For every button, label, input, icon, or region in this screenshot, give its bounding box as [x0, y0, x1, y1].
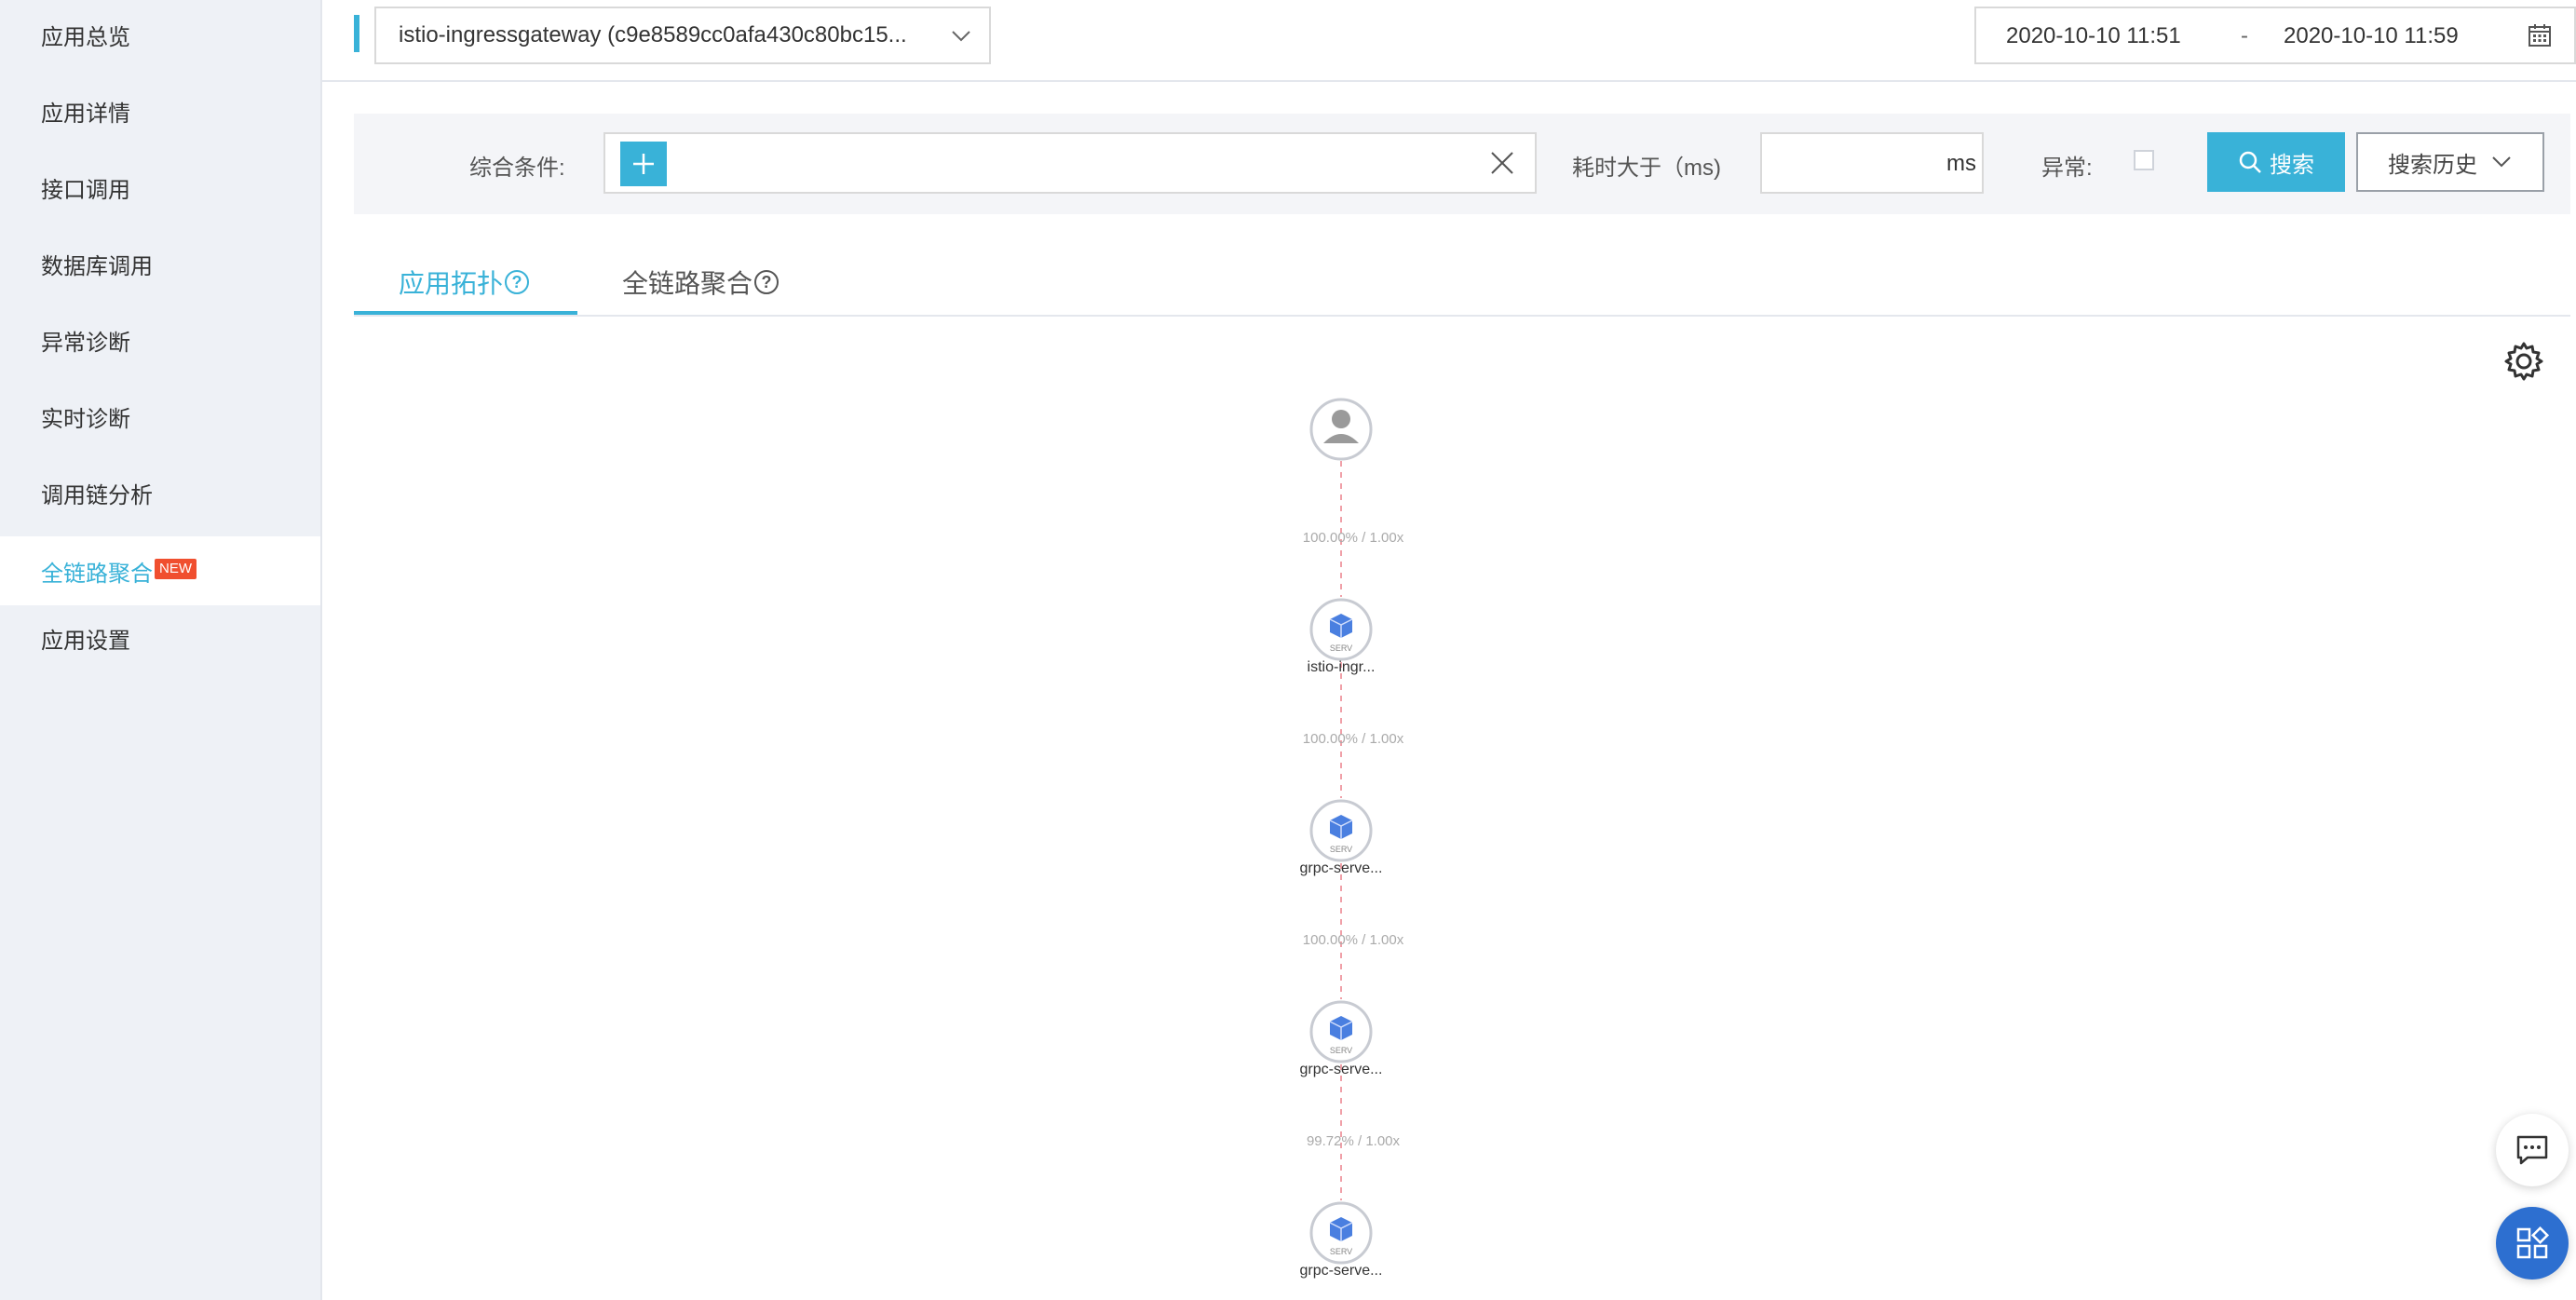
exception-label: 异常:	[2041, 156, 2093, 181]
chevron-down-icon	[2492, 156, 2511, 168]
search-button[interactable]: 搜索	[2207, 132, 2345, 192]
sidebar-item-app-details[interactable]: 应用详情	[0, 76, 320, 145]
app-select-value: istio-ingressgateway (c9e8589cc0afa430c8…	[399, 22, 907, 47]
sidebar-item-app-settings[interactable]: 应用设置	[0, 603, 320, 672]
sidebar-item-api-calls[interactable]: 接口调用	[0, 153, 320, 222]
search-icon	[2239, 151, 2261, 173]
serv-badge: SERV	[1330, 1247, 1352, 1256]
tab-label: 全链路聚合	[622, 269, 753, 298]
gear-icon[interactable]	[2503, 341, 2544, 386]
sidebar-item-label: 应用详情	[41, 101, 130, 127]
close-icon[interactable]	[1488, 149, 1516, 182]
date-separator: -	[2241, 23, 2248, 48]
sidebar-item-exception-diagnosis[interactable]: 异常诊断	[0, 305, 320, 374]
date-from: 2020-10-10 11:51	[2006, 23, 2181, 48]
new-badge: NEW	[155, 559, 197, 579]
sidebar-item-label: 调用链分析	[41, 482, 153, 508]
sidebar-item-label: 应用总览	[41, 24, 130, 50]
tab-app-topology[interactable]: 应用拓扑 ?	[399, 250, 530, 315]
edge-label: 100.00% / 1.00x	[1302, 731, 1404, 747]
active-tab-underline	[354, 311, 577, 315]
edge-label: 100.00% / 1.00x	[1302, 932, 1404, 948]
node-label: istio-ingr...	[1307, 659, 1376, 675]
serv-badge: SERV	[1330, 1046, 1352, 1055]
accent-bar	[354, 15, 359, 52]
topology-node-service[interactable]: SERV	[1309, 1000, 1373, 1063]
chat-icon	[2516, 1135, 2548, 1165]
topology-node-service[interactable]: SERV	[1309, 598, 1373, 661]
apps-button[interactable]	[2496, 1207, 2569, 1280]
calendar-icon[interactable]	[2526, 21, 2554, 56]
search-history-button[interactable]: 搜索历史	[2356, 132, 2544, 192]
date-range-picker[interactable]: 2020-10-10 11:51 - 2020-10-10 11:59	[1974, 7, 2576, 64]
tab-full-link-aggregation[interactable]: 全链路聚合 ?	[622, 250, 780, 315]
exception-checkbox[interactable]	[2134, 150, 2154, 170]
topology-node-service[interactable]: SERV	[1309, 1201, 1373, 1265]
node-label: grpc-serve...	[1299, 1062, 1383, 1077]
sidebar: 应用总览 应用详情 接口调用 数据库调用 异常诊断 实时诊断 调用链分析 全链路…	[0, 0, 322, 1300]
topology-node-service[interactable]: SERV	[1309, 799, 1373, 862]
condition-input[interactable]	[603, 132, 1537, 194]
date-to: 2020-10-10 11:59	[2284, 23, 2459, 48]
topology-node-user[interactable]	[1309, 398, 1373, 461]
node-label: grpc-serve...	[1299, 860, 1383, 876]
serv-badge: SERV	[1330, 643, 1352, 653]
apps-grid-icon	[2516, 1226, 2550, 1259]
chevron-down-icon	[950, 25, 972, 54]
sidebar-item-label: 接口调用	[41, 177, 130, 203]
search-button-label: 搜索	[2270, 152, 2314, 178]
sidebar-item-label: 实时诊断	[41, 406, 130, 432]
app-root: 应用总览 应用详情 接口调用 数据库调用 异常诊断 实时诊断 调用链分析 全链路…	[0, 0, 2576, 1300]
sidebar-item-label: 应用设置	[41, 628, 130, 654]
sidebar-item-app-overview[interactable]: 应用总览	[0, 0, 320, 69]
chat-button[interactable]	[2496, 1114, 2569, 1186]
sidebar-item-full-link-aggregation[interactable]: 全链路聚合 NEW	[0, 536, 320, 605]
duration-input[interactable]: ms	[1760, 132, 1984, 194]
edge-label: 99.72% / 1.00x	[1306, 1133, 1401, 1149]
condition-label: 综合条件:	[469, 156, 565, 181]
sidebar-item-label: 全链路聚合	[41, 561, 153, 587]
tabs-divider	[354, 315, 2570, 317]
help-icon[interactable]: ?	[505, 270, 530, 294]
duration-unit: ms	[1946, 151, 1976, 176]
node-label: grpc-serve...	[1299, 1263, 1383, 1279]
serv-badge: SERV	[1330, 845, 1352, 854]
app-select[interactable]: istio-ingressgateway (c9e8589cc0afa430c8…	[374, 7, 991, 64]
plus-icon	[633, 154, 654, 174]
sidebar-item-db-calls[interactable]: 数据库调用	[0, 229, 320, 298]
sidebar-item-trace-analysis[interactable]: 调用链分析	[0, 458, 320, 527]
help-icon[interactable]: ?	[754, 270, 780, 294]
search-history-label: 搜索历史	[2388, 152, 2477, 178]
add-condition-button[interactable]	[620, 142, 667, 186]
sidebar-item-label: 异常诊断	[41, 330, 130, 356]
sidebar-item-label: 数据库调用	[41, 253, 153, 279]
duration-label: 耗时大于（ms)	[1572, 156, 1721, 181]
tab-label: 应用拓扑	[399, 269, 504, 298]
edge-label: 100.00% / 1.00x	[1302, 530, 1404, 546]
sidebar-item-realtime-diagnosis[interactable]: 实时诊断	[0, 382, 320, 451]
